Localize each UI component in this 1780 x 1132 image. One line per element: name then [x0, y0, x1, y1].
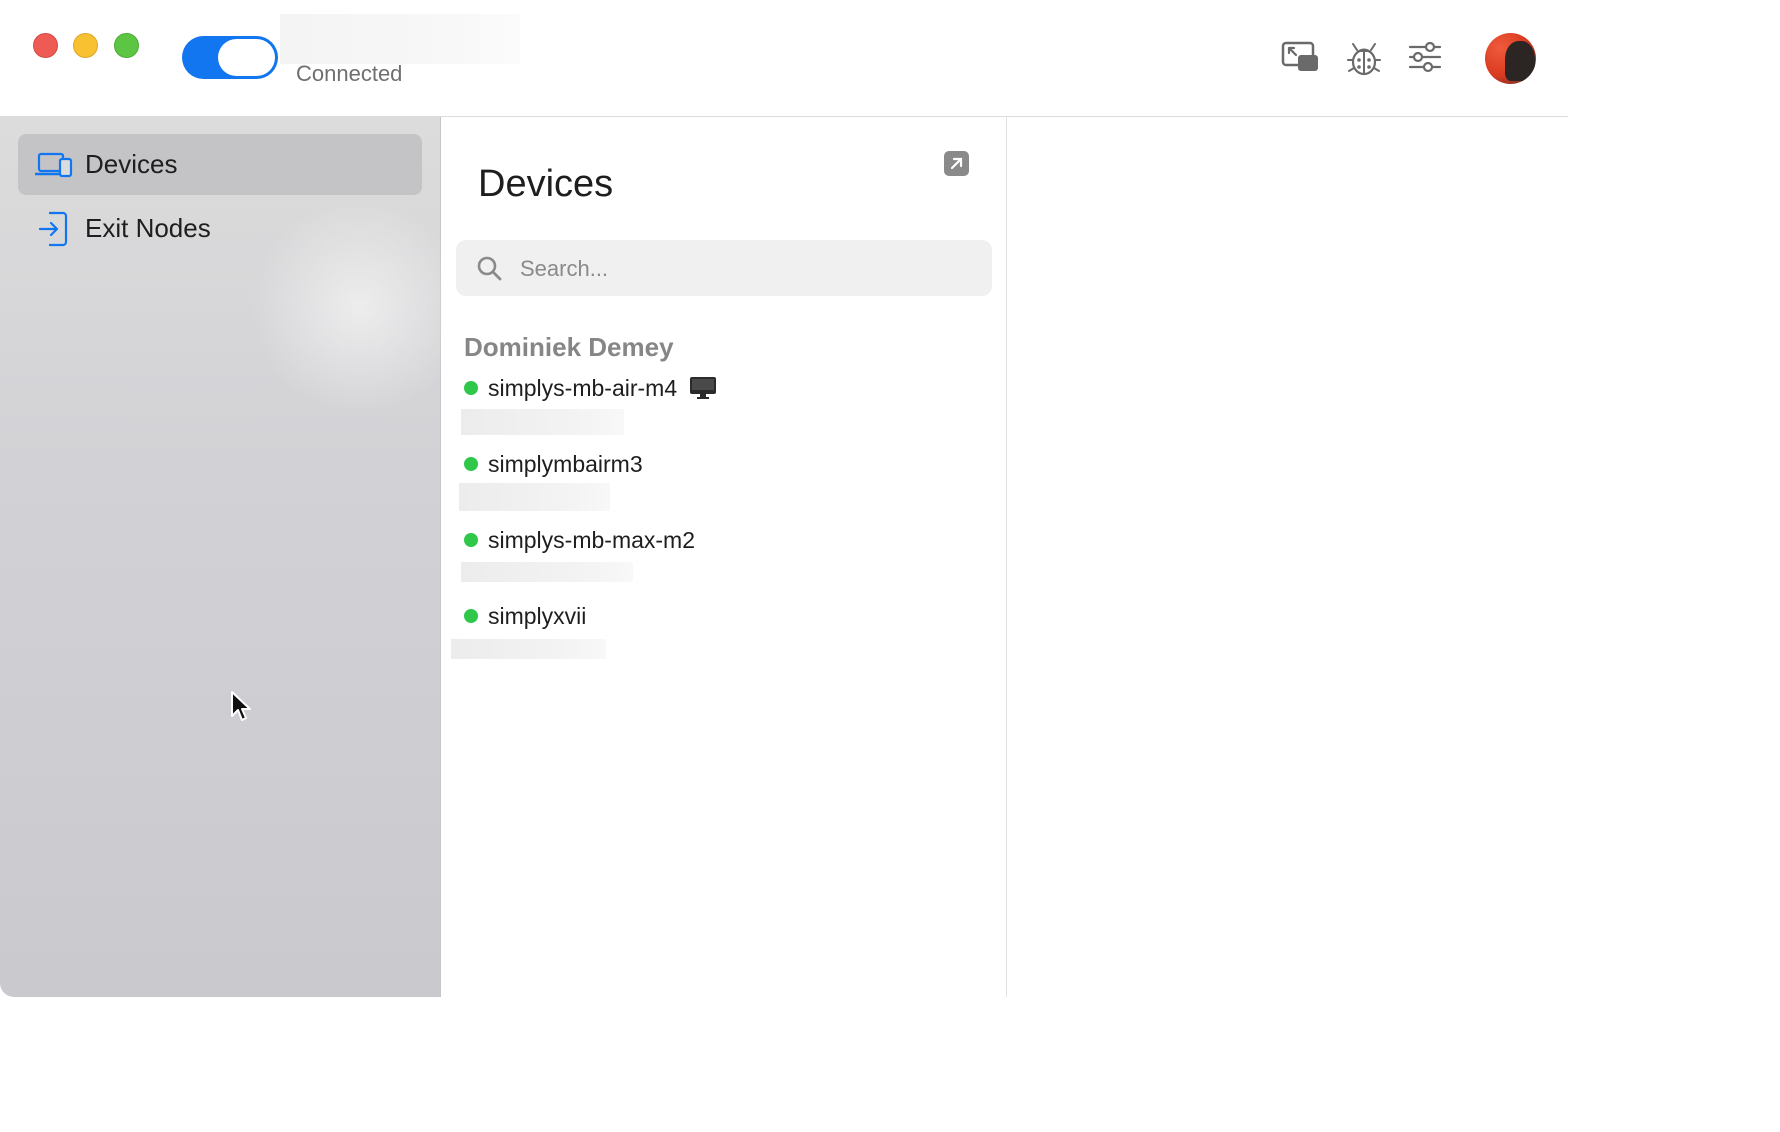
device-name: simplys-mb-air-m4 — [488, 374, 678, 401]
online-indicator — [464, 457, 478, 471]
owner-heading: Dominiek Demey — [464, 332, 674, 362]
page-title: Devices — [478, 163, 614, 205]
online-indicator — [464, 609, 478, 623]
redacted-tailnet-name — [280, 14, 520, 64]
user-avatar[interactable] — [1485, 33, 1536, 84]
connection-status: Connected — [296, 61, 403, 86]
search-icon — [477, 256, 502, 281]
minimize-window-button[interactable] — [73, 33, 98, 58]
device-row[interactable]: simplys-mb-max-m2 — [464, 523, 695, 557]
sidebar-item-exit-nodes[interactable]: Exit Nodes — [18, 198, 422, 259]
redacted-ip-address — [459, 483, 610, 511]
device-name: simplys-mb-max-m2 — [488, 526, 695, 553]
mouse-cursor-icon — [231, 691, 251, 721]
open-external-button[interactable] — [944, 151, 969, 176]
search-input[interactable] — [518, 248, 982, 290]
sidebar: Devices Exit Nodes — [0, 117, 470, 997]
title-bar: Connected — [0, 0, 1568, 117]
sliders-icon[interactable] — [1408, 40, 1448, 80]
app-window: Connected Devices Exit Nodes Devices Sea… — [0, 0, 1568, 997]
sidebar-item-label: Devices — [85, 149, 178, 179]
search-box — [456, 240, 992, 296]
device-name: simplyxvii — [488, 602, 587, 629]
device-row[interactable]: simplymbairm3 — [464, 447, 643, 481]
exit-node-icon — [34, 209, 74, 249]
devices-panel: Devices Dominiek Demey simplys-mb-air-m4 — [442, 117, 1007, 997]
redacted-ip-address — [451, 639, 606, 659]
bug-icon[interactable] — [1346, 40, 1386, 80]
arrow-up-right-icon — [950, 157, 963, 170]
detail-panel — [1008, 117, 1568, 997]
sidebar-item-label: Exit Nodes — [85, 213, 211, 243]
toggle-knob — [218, 39, 275, 76]
close-window-button[interactable] — [33, 33, 58, 58]
device-row[interactable]: simplyxvii — [464, 599, 586, 633]
redacted-ip-address — [461, 409, 624, 435]
connection-toggle[interactable] — [182, 36, 278, 79]
device-name: simplymbairm3 — [488, 450, 643, 477]
desktop-icon — [689, 376, 717, 400]
sidebar-item-devices[interactable]: Devices — [18, 134, 422, 195]
online-indicator — [464, 533, 478, 547]
maximize-window-button[interactable] — [114, 33, 139, 58]
redacted-ip-address — [461, 562, 633, 582]
online-indicator — [464, 381, 478, 395]
device-row[interactable]: simplys-mb-air-m4 — [464, 371, 717, 405]
picture-in-picture-icon[interactable] — [1281, 40, 1321, 80]
devices-icon — [34, 145, 74, 185]
